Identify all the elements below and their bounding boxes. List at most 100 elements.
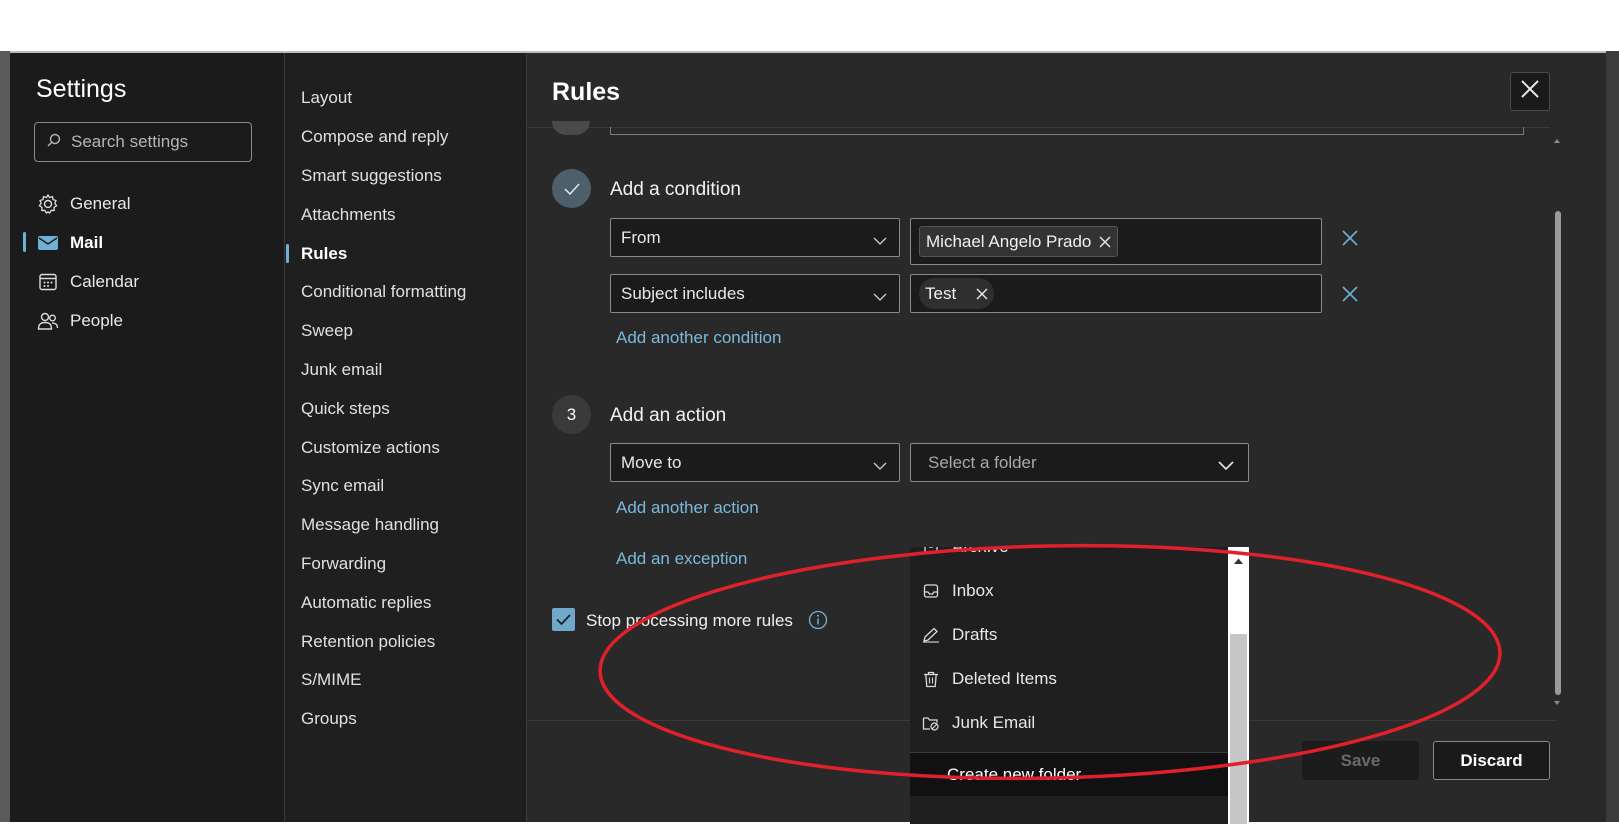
action-type-dropdown[interactable]: Move to: [610, 443, 900, 482]
close-icon: [1520, 79, 1540, 104]
settings-categories-pane: Settings General Mail: [10, 53, 285, 822]
save-button[interactable]: Save: [1302, 741, 1419, 780]
add-exception-link[interactable]: Add an exception: [616, 549, 747, 569]
calendar-icon: [36, 270, 60, 294]
folder-menu-scrollbar-thumb[interactable]: [1230, 634, 1247, 824]
folder-select-dropdown[interactable]: Select a folder: [910, 443, 1249, 482]
condition-step-check: [552, 169, 591, 208]
nav-smart-suggestions[interactable]: Smart suggestions: [301, 157, 526, 196]
nav-junk-email[interactable]: Junk email: [301, 351, 526, 390]
drafts-icon: [922, 626, 940, 644]
recipient-chip[interactable]: Michael Angelo Prado: [919, 226, 1119, 257]
delete-condition-icon[interactable]: [1340, 228, 1360, 248]
folder-option-junk-email[interactable]: Junk Email: [910, 701, 1228, 745]
scroll-up-arrow-icon[interactable]: [1233, 552, 1244, 570]
folder-option-label: Inbox: [952, 581, 994, 600]
action-type-value: Move to: [621, 452, 682, 472]
category-mail[interactable]: Mail: [23, 223, 260, 262]
rule-name-field-partial[interactable]: [610, 127, 1524, 135]
condition-value-box-from[interactable]: Michael Angelo Prado: [910, 218, 1322, 265]
nav-sweep[interactable]: Sweep: [301, 312, 526, 351]
category-calendar[interactable]: Calendar: [34, 262, 260, 301]
archive-icon: [922, 547, 940, 556]
discard-button[interactable]: Discard: [1433, 741, 1550, 780]
mail-icon: [36, 231, 60, 255]
folder-option-label: Deleted Items: [952, 669, 1057, 688]
chip-label: Michael Angelo Prado: [926, 231, 1092, 251]
nav-message-handling[interactable]: Message handling: [301, 506, 526, 545]
category-calendar-label: Calendar: [70, 271, 139, 291]
nav-attachments[interactable]: Attachments: [301, 195, 526, 234]
search-settings-box[interactable]: [34, 122, 252, 162]
background-app-edge-right: [1606, 51, 1619, 822]
folder-option-deleted-items[interactable]: Deleted Items: [910, 657, 1228, 701]
stop-processing-checkbox[interactable]: [552, 608, 575, 631]
nav-quick-steps[interactable]: Quick steps: [301, 389, 526, 428]
nav-conditional-formatting[interactable]: Conditional formatting: [301, 273, 526, 312]
settings-dialog: Settings General Mail: [10, 51, 1606, 824]
content-scrollbar-thumb[interactable]: [1555, 211, 1561, 695]
nav-automatic-replies[interactable]: Automatic replies: [301, 583, 526, 622]
nav-retention-policies[interactable]: Retention policies: [301, 622, 526, 661]
nav-forwarding[interactable]: Forwarding: [301, 545, 526, 584]
folder-option-label: Drafts: [952, 625, 998, 644]
stop-processing-label: Stop processing more rules: [586, 611, 793, 630]
nav-groups[interactable]: Groups: [301, 700, 526, 739]
condition-field-value: From: [621, 227, 661, 247]
action-heading: Add an action: [610, 405, 727, 426]
condition-value-box-subject[interactable]: Test: [910, 274, 1322, 313]
info-icon[interactable]: [808, 610, 828, 635]
condition-field-dropdown-from[interactable]: From: [610, 218, 900, 257]
nav-layout[interactable]: Layout: [301, 79, 526, 118]
category-general-label: General: [70, 193, 131, 213]
close-button[interactable]: [1510, 72, 1550, 111]
folder-select-placeholder: Select a folder: [928, 452, 1037, 472]
nav-compose-and-reply[interactable]: Compose and reply: [301, 118, 526, 157]
nav-rules[interactable]: Rules: [286, 234, 526, 273]
category-general[interactable]: General: [34, 184, 260, 223]
background-app-edge: [0, 51, 10, 822]
gear-icon: [36, 192, 60, 216]
remove-chip-icon[interactable]: [976, 288, 988, 300]
add-another-condition-link[interactable]: Add another condition: [616, 328, 781, 348]
condition-field-value: Subject includes: [621, 283, 745, 303]
background-top: [0, 0, 1619, 51]
settings-title: Settings: [36, 75, 127, 103]
folder-option-label: Junk Email: [952, 713, 1036, 732]
chevron-down-icon: [873, 456, 887, 476]
create-new-folder-option[interactable]: Create new folder: [910, 752, 1228, 796]
keyword-chip[interactable]: Test: [919, 278, 995, 309]
folder-option-archive[interactable]: Archive: [910, 547, 1228, 569]
step-circle-partial: [552, 121, 590, 135]
search-settings-input[interactable]: [71, 132, 231, 152]
condition-field-dropdown-subject[interactable]: Subject includes: [610, 274, 900, 313]
chip-label: Test: [925, 283, 957, 303]
rules-panel: Rules Add a condition From Michael Angel…: [527, 53, 1606, 824]
category-mail-label: Mail: [70, 232, 104, 252]
folder-option-drafts[interactable]: Drafts: [910, 613, 1228, 657]
checkmark-icon: [563, 182, 580, 195]
junk-folder-icon: [922, 714, 940, 732]
folder-option-inbox[interactable]: Inbox: [910, 569, 1228, 613]
chevron-down-icon: [1218, 456, 1234, 476]
checkmark-icon: [556, 614, 571, 625]
chevron-down-icon: [873, 287, 887, 307]
folder-option-label: Archive: [952, 547, 1009, 557]
folder-dropdown-menu: Archive Inbox Drafts Deleted Items Junk …: [910, 547, 1249, 824]
trash-icon: [922, 670, 940, 688]
condition-heading: Add a condition: [610, 179, 741, 200]
page-title: Rules: [552, 78, 621, 106]
nav-customize-actions[interactable]: Customize actions: [301, 428, 526, 467]
action-step-number: 3: [552, 395, 591, 434]
nav-sync-email[interactable]: Sync email: [301, 467, 526, 506]
category-people-label: People: [70, 310, 123, 330]
inbox-icon: [922, 582, 940, 600]
add-another-action-link[interactable]: Add another action: [616, 498, 759, 518]
chevron-down-icon: [873, 231, 887, 251]
people-icon: [36, 309, 60, 333]
search-icon: [47, 133, 61, 152]
delete-condition-icon[interactable]: [1340, 284, 1360, 304]
category-people[interactable]: People: [34, 301, 260, 340]
nav-smime[interactable]: S/MIME: [301, 661, 526, 700]
remove-chip-icon[interactable]: [1099, 236, 1111, 248]
